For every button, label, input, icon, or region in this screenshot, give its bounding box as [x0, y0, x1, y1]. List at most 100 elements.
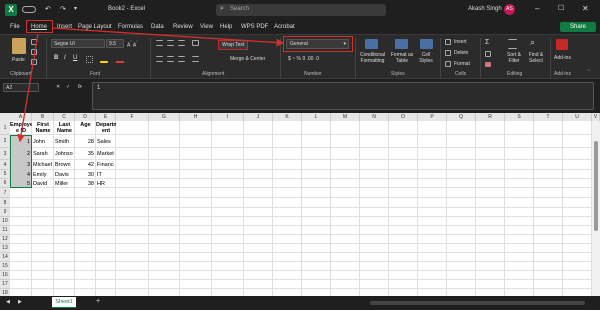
bold-button[interactable]: B: [54, 55, 58, 61]
column-header[interactable]: D: [75, 113, 96, 121]
menu-insert[interactable]: Insert: [57, 24, 72, 30]
share-button[interactable]: Share: [560, 22, 596, 32]
add-sheet-button[interactable]: +: [96, 298, 100, 305]
table-cell[interactable]: 4: [11, 172, 30, 178]
wrap-text-button[interactable]: Wrap Text: [218, 40, 249, 50]
find-select-button[interactable]: Find & Select: [526, 52, 546, 65]
column-header[interactable]: B: [32, 113, 54, 121]
align-bottom-icon[interactable]: [178, 40, 185, 46]
table-cell[interactable]: 38: [76, 181, 94, 187]
scroll-thumb[interactable]: [594, 141, 598, 231]
merge-center-button[interactable]: Merge & Center: [230, 56, 265, 62]
clear-icon[interactable]: [485, 62, 491, 67]
menu-formulas[interactable]: Formulas: [118, 24, 143, 30]
table-cell[interactable]: 30: [76, 172, 94, 178]
table-cell[interactable]: 2: [11, 151, 30, 157]
table-cell[interactable]: IT: [97, 172, 114, 178]
align-middle-icon[interactable]: [167, 40, 174, 46]
grow-font-icon[interactable]: Aˆ Aˇ: [127, 40, 138, 49]
insert-cells-icon[interactable]: [445, 39, 451, 45]
format-cells-icon[interactable]: [445, 61, 451, 67]
table-header-cell[interactable]: Age: [75, 122, 96, 128]
column-header[interactable]: O: [389, 113, 418, 121]
formula-input[interactable]: 1: [92, 82, 594, 110]
fill-icon[interactable]: [485, 51, 491, 57]
font-size-select[interactable]: 9.5: [106, 39, 124, 48]
format-painter-icon[interactable]: [31, 59, 37, 65]
cut-icon[interactable]: [31, 39, 37, 45]
table-cell[interactable]: Davis: [55, 172, 73, 178]
column-header[interactable]: G: [149, 113, 180, 121]
undo-icon[interactable]: ↶: [45, 5, 51, 13]
menu-review[interactable]: Review: [173, 24, 193, 30]
avatar[interactable]: AS: [504, 4, 515, 15]
column-header[interactable]: K: [273, 113, 302, 121]
redo-icon[interactable]: ↷: [60, 5, 66, 13]
search-box[interactable]: ⌕ Search: [216, 4, 386, 16]
column-header[interactable]: S: [505, 113, 534, 121]
table-cell[interactable]: 35: [76, 151, 94, 157]
table-cell[interactable]: Emily: [33, 172, 52, 178]
table-cell[interactable]: Miller: [55, 181, 73, 187]
column-header[interactable]: Q: [447, 113, 476, 121]
vertical-scrollbar[interactable]: [592, 121, 600, 296]
column-header[interactable]: J: [244, 113, 273, 121]
menu-acrobat[interactable]: Acrobat: [274, 24, 295, 30]
format-as-table-button[interactable]: Format as Table: [390, 52, 414, 65]
font-name-select[interactable]: Segoe UI: [51, 39, 105, 48]
column-header[interactable]: T: [534, 113, 563, 121]
paste-label[interactable]: Paste: [12, 57, 25, 63]
sheet-tab-sheet1[interactable]: Sheet1: [52, 297, 76, 308]
menu-view[interactable]: View: [200, 24, 213, 30]
close-icon[interactable]: ✕: [582, 4, 589, 13]
column-header[interactable]: U: [563, 113, 592, 121]
sort-filter-icon[interactable]: [508, 39, 517, 49]
ribbon-collapse-icon[interactable]: ˆ: [588, 70, 590, 76]
orientation-icon[interactable]: [192, 40, 199, 46]
column-header[interactable]: F: [116, 113, 149, 121]
delete-cells-icon[interactable]: [445, 50, 451, 56]
table-cell[interactable]: 5: [11, 181, 30, 187]
cancel-icon[interactable]: ✕: [56, 84, 60, 90]
column-header[interactable]: L: [302, 113, 331, 121]
column-header[interactable]: I: [212, 113, 244, 121]
table-cell[interactable]: Sarah: [33, 151, 52, 157]
column-header[interactable]: C: [54, 113, 75, 121]
table-cell[interactable]: 1: [11, 139, 30, 145]
select-all-corner[interactable]: [0, 113, 10, 121]
table-header-cell[interactable]: Departm ent: [96, 122, 116, 135]
autosave-toggle[interactable]: [22, 6, 36, 13]
column-header[interactable]: V: [592, 113, 600, 121]
column-header[interactable]: N: [360, 113, 389, 121]
number-format-buttons[interactable]: $ ~ % 9 .00 .0: [288, 56, 319, 62]
table-cell[interactable]: Smith: [55, 139, 73, 145]
menu-page-layout[interactable]: Page Layout: [78, 24, 112, 30]
column-header[interactable]: H: [180, 113, 212, 121]
menu-file[interactable]: File: [10, 24, 20, 30]
font-color-icon[interactable]: [116, 56, 124, 63]
align-top-icon[interactable]: [156, 40, 163, 46]
indent-icon[interactable]: [192, 56, 199, 62]
addins-icon[interactable]: [556, 39, 568, 50]
table-cell[interactable]: 3: [11, 162, 30, 168]
cell-styles-icon[interactable]: [420, 39, 433, 49]
table-cell[interactable]: David: [33, 181, 52, 187]
underline-button[interactable]: U: [73, 55, 77, 61]
delete-cells-button[interactable]: Delete: [454, 50, 468, 56]
align-center-icon[interactable]: [167, 56, 174, 62]
menu-help[interactable]: Help: [220, 24, 232, 30]
table-cell[interactable]: Brown: [55, 162, 73, 168]
italic-button[interactable]: I: [64, 55, 66, 61]
name-box[interactable]: A2: [3, 83, 39, 92]
align-right-icon[interactable]: [178, 56, 185, 62]
spreadsheet-grid[interactable]: A B C D E F G H I J K L M N O P Q R S T U V 1 2 3 4 5 6 7 8 9 10 11 12 13 1…: [0, 113, 600, 296]
sort-filter-button[interactable]: Sort & Filter: [504, 52, 524, 65]
table-header-cell[interactable]: First Name: [32, 122, 54, 135]
insert-function-icon[interactable]: fx: [78, 84, 82, 90]
paste-icon[interactable]: [12, 38, 26, 54]
format-cells-button[interactable]: Format: [454, 61, 470, 67]
quick-access-icon[interactable]: ▾: [74, 5, 77, 12]
conditional-formatting-button[interactable]: Conditional Formatting: [357, 52, 388, 65]
fill-color-icon[interactable]: [100, 56, 108, 63]
column-header[interactable]: M: [331, 113, 360, 121]
